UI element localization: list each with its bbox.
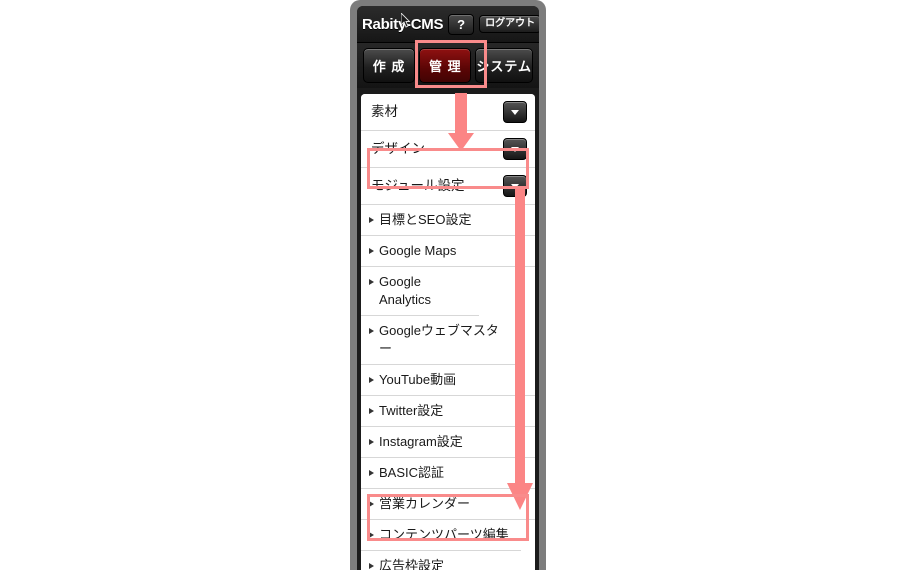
triangle-bullet-icon bbox=[369, 279, 374, 285]
submenu-item-youtube-video[interactable]: YouTube動画 bbox=[361, 365, 535, 396]
submenu-item-content-parts-edit[interactable]: コンテンツパーツ編集 bbox=[361, 520, 521, 551]
menu-item-label: モジュール設定 bbox=[371, 178, 465, 193]
chevron-down-icon[interactable] bbox=[503, 101, 527, 123]
admin-menu-list: 素材 デザイン モジュール設定 目標とSEO設定 Google Maps Goo… bbox=[361, 94, 535, 570]
submenu-item-business-calendar[interactable]: 営業カレンダー bbox=[361, 489, 535, 520]
submenu-item-label: 目標とSEO設定 bbox=[379, 212, 472, 227]
triangle-bullet-icon bbox=[369, 470, 374, 476]
submenu-item-label: 営業カレンダー bbox=[379, 496, 471, 511]
chevron-down-icon[interactable] bbox=[503, 175, 527, 197]
triangle-bullet-icon bbox=[369, 408, 374, 414]
submenu-item-instagram-settings[interactable]: Instagram設定 bbox=[361, 427, 535, 458]
submenu-item-label: Google Maps bbox=[379, 243, 457, 258]
menu-item-module-settings[interactable]: モジュール設定 bbox=[361, 168, 535, 205]
submenu-item-label: 広告枠設定 bbox=[379, 558, 445, 570]
panel-header: Rabity-CMS ? ログアウト bbox=[357, 6, 539, 42]
chevron-down-icon[interactable] bbox=[503, 138, 527, 160]
submenu-item-twitter-settings[interactable]: Twitter設定 bbox=[361, 396, 535, 427]
submenu-item-seo-settings[interactable]: 目標とSEO設定 bbox=[361, 205, 535, 236]
submenu-item-label: Instagram設定 bbox=[379, 434, 463, 449]
admin-panel-frame: Rabity-CMS ? ログアウト 作 成 管 理 システム 素材 デザイン … bbox=[350, 0, 546, 570]
triangle-bullet-icon bbox=[369, 532, 374, 538]
tab-system[interactable]: システム bbox=[475, 48, 533, 83]
menu-item-label: デザイン bbox=[371, 141, 425, 156]
menu-item-label: 素材 bbox=[371, 104, 398, 119]
submenu-item-label: YouTube動画 bbox=[379, 372, 457, 387]
triangle-bullet-icon bbox=[369, 501, 374, 507]
submenu-item-label: コンテンツパーツ編集 bbox=[379, 527, 509, 542]
menu-item-design[interactable]: デザイン bbox=[361, 131, 535, 168]
app-logo: Rabity-CMS bbox=[362, 12, 443, 33]
admin-panel: Rabity-CMS ? ログアウト 作 成 管 理 システム 素材 デザイン … bbox=[357, 6, 539, 570]
menu-item-materials[interactable]: 素材 bbox=[361, 94, 535, 131]
triangle-bullet-icon bbox=[369, 439, 374, 445]
submenu-item-label: BASIC認証 bbox=[379, 465, 445, 480]
submenu-item-google-webmaster[interactable]: Googleウェブマスター bbox=[361, 316, 521, 365]
mouse-cursor-icon bbox=[401, 12, 410, 28]
submenu-item-basic-auth[interactable]: BASIC認証 bbox=[361, 458, 535, 489]
screenshot-root: Rabity-CMS ? ログアウト 作 成 管 理 システム 素材 デザイン … bbox=[0, 0, 900, 570]
submenu-item-label: Twitter設定 bbox=[379, 403, 444, 418]
triangle-bullet-icon bbox=[369, 248, 374, 254]
main-tab-bar: 作 成 管 理 システム bbox=[357, 42, 539, 88]
tab-manage[interactable]: 管 理 bbox=[419, 48, 472, 83]
submenu-item-ad-slot-settings[interactable]: 広告枠設定 bbox=[361, 551, 535, 570]
triangle-bullet-icon bbox=[369, 217, 374, 223]
triangle-bullet-icon bbox=[369, 563, 374, 569]
tab-create[interactable]: 作 成 bbox=[363, 48, 416, 83]
logout-button[interactable]: ログアウト bbox=[479, 15, 539, 33]
submenu-item-label: Googleウェブマスター bbox=[379, 323, 499, 356]
submenu-item-google-analytics[interactable]: Google Analytics bbox=[361, 267, 479, 316]
triangle-bullet-icon bbox=[369, 328, 374, 334]
submenu-item-google-maps[interactable]: Google Maps bbox=[361, 236, 535, 267]
submenu-item-label: Google Analytics bbox=[379, 274, 432, 307]
help-button[interactable]: ? bbox=[448, 13, 475, 35]
triangle-bullet-icon bbox=[369, 377, 374, 383]
